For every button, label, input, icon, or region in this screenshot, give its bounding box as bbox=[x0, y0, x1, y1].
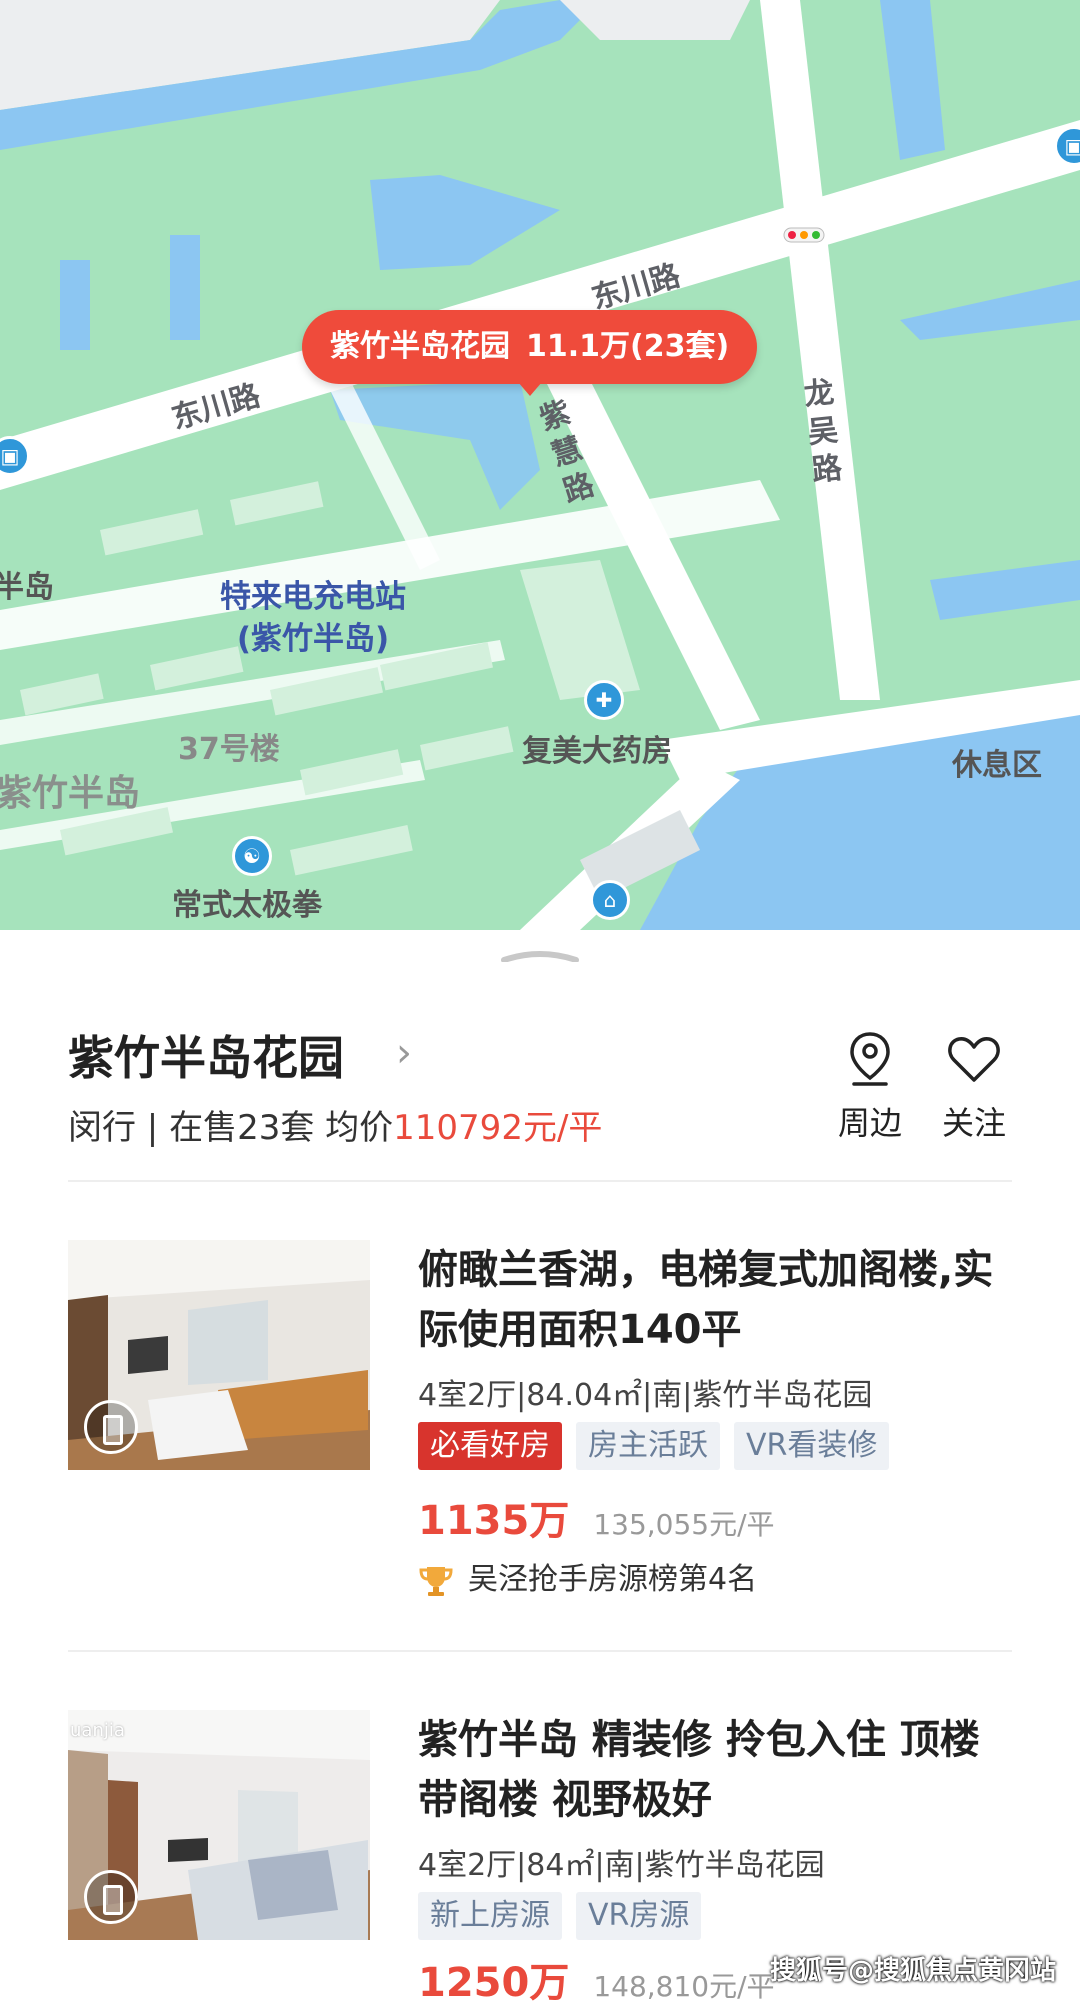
listing-rank-text: 吴泾抢手房源榜第4名 bbox=[468, 1562, 758, 1597]
listing-spec: 4室2厅|84.04㎡|南|紫竹半岛花园 bbox=[418, 1378, 873, 1413]
poi-label-rest-area[interactable]: 休息区 bbox=[952, 740, 1042, 784]
pharmacy-icon[interactable]: ✚ bbox=[584, 680, 624, 720]
listing-unit-price: 148,810元/平 bbox=[593, 1970, 775, 2003]
divider bbox=[68, 1650, 1012, 1652]
community-sheet: 紫竹半岛花园 › 闵行 | 在售23套 均价110792元/平 周边 关注 俯瞰… bbox=[0, 930, 1080, 2006]
follow-button[interactable]: 关注 bbox=[924, 1030, 1024, 1144]
tag-owner-active: 房主活跃 bbox=[576, 1422, 720, 1470]
listing-photo[interactable]: uanjia bbox=[68, 1710, 370, 1940]
listing-price: 1135万 bbox=[418, 1498, 570, 1544]
divider bbox=[68, 1180, 1012, 1182]
tag-vr-listing: VR房源 bbox=[576, 1892, 702, 1940]
nearby-button[interactable]: 周边 bbox=[820, 1030, 920, 1144]
listing-photo[interactable] bbox=[68, 1240, 370, 1470]
listing-price: 1250万 bbox=[418, 1960, 570, 2006]
map-canvas[interactable] bbox=[0, 0, 1080, 930]
tag-new-listing: 新上房源 bbox=[418, 1892, 562, 1940]
source-watermark: 搜狐号@搜狐焦点黄冈站 bbox=[769, 1956, 1056, 1986]
community-title[interactable]: 紫竹半岛花园 bbox=[68, 1022, 344, 1088]
poi-label-district[interactable]: 紫竹半岛 bbox=[0, 764, 140, 816]
bubble-name: 紫竹半岛花园 bbox=[330, 329, 510, 364]
community-meta: 闵行 | 在售23套 均价110792元/平 bbox=[68, 1100, 602, 1149]
listing-unit-price: 135,055元/平 bbox=[593, 1508, 775, 1541]
location-pin-icon bbox=[850, 1032, 890, 1086]
community-avg-price: 110792元/平 bbox=[393, 1108, 603, 1148]
heart-icon bbox=[948, 1037, 1000, 1082]
poi-label-charger[interactable]: 特来电充电站 (紫竹半岛) bbox=[220, 576, 406, 660]
sheet-drag-handle[interactable] bbox=[500, 948, 580, 962]
listing-tags: 必看好房 房主活跃 VR看装修 bbox=[418, 1422, 903, 1470]
poi-label-edge: 半岛 bbox=[0, 570, 54, 605]
listing-item[interactable]: 俯瞰兰香湖，电梯复式加阁楼,实际使用面积140平 4室2厅|84.04㎡|南|紫… bbox=[0, 1240, 1080, 1620]
listing-price-row: 1250万 148,810元/平 bbox=[418, 1950, 775, 2008]
vr-icon[interactable] bbox=[84, 1870, 138, 1924]
listing-title[interactable]: 俯瞰兰香湖，电梯复式加阁楼,实际使用面积140平 bbox=[418, 1240, 1018, 1360]
tag-must-see: 必看好房 bbox=[418, 1422, 562, 1470]
vr-icon[interactable] bbox=[84, 1400, 138, 1454]
poi-label-taichi[interactable]: 常式太极拳 bbox=[172, 880, 322, 924]
poi-label-pharmacy[interactable]: 复美大药房 bbox=[522, 726, 672, 770]
community-meta-prefix: 闵行 | 在售23套 均价 bbox=[68, 1108, 394, 1148]
listing-spec: 4室2厅|84㎡|南|紫竹半岛花园 bbox=[418, 1848, 825, 1883]
trophy-icon bbox=[419, 1566, 453, 1596]
nearby-label: 周边 bbox=[837, 1104, 902, 1142]
listing-tags: 新上房源 VR房源 bbox=[418, 1892, 715, 1940]
follow-label: 关注 bbox=[941, 1104, 1006, 1142]
bubble-summary: 11.1万(23套) bbox=[526, 329, 730, 364]
tag-vr-decoration: VR看装修 bbox=[734, 1422, 890, 1470]
listing-title[interactable]: 紫竹半岛 精装修 拎包入住 顶楼带阁楼 视野极好 bbox=[418, 1710, 1018, 1830]
listing-rank[interactable]: 吴泾抢手房源榜第4名 bbox=[418, 1554, 757, 1599]
listing-price-row: 1135万 135,055元/平 bbox=[418, 1488, 775, 1546]
community-price-bubble[interactable]: 紫竹半岛花园 11.1万(23套) bbox=[302, 310, 758, 396]
taichi-icon[interactable]: ☯ bbox=[232, 836, 272, 876]
thumb-watermark: uanjia bbox=[70, 1720, 125, 1741]
chevron-right-icon[interactable]: › bbox=[396, 1030, 412, 1076]
building-icon[interactable]: ⌂ bbox=[590, 880, 630, 920]
map-view[interactable]: 东川路 东川路 紫慧路 龙吴路 特来电充电站 (紫竹半岛) 复美大药房 37号楼… bbox=[0, 0, 1080, 930]
poi-label-building37[interactable]: 37号楼 bbox=[178, 724, 280, 768]
